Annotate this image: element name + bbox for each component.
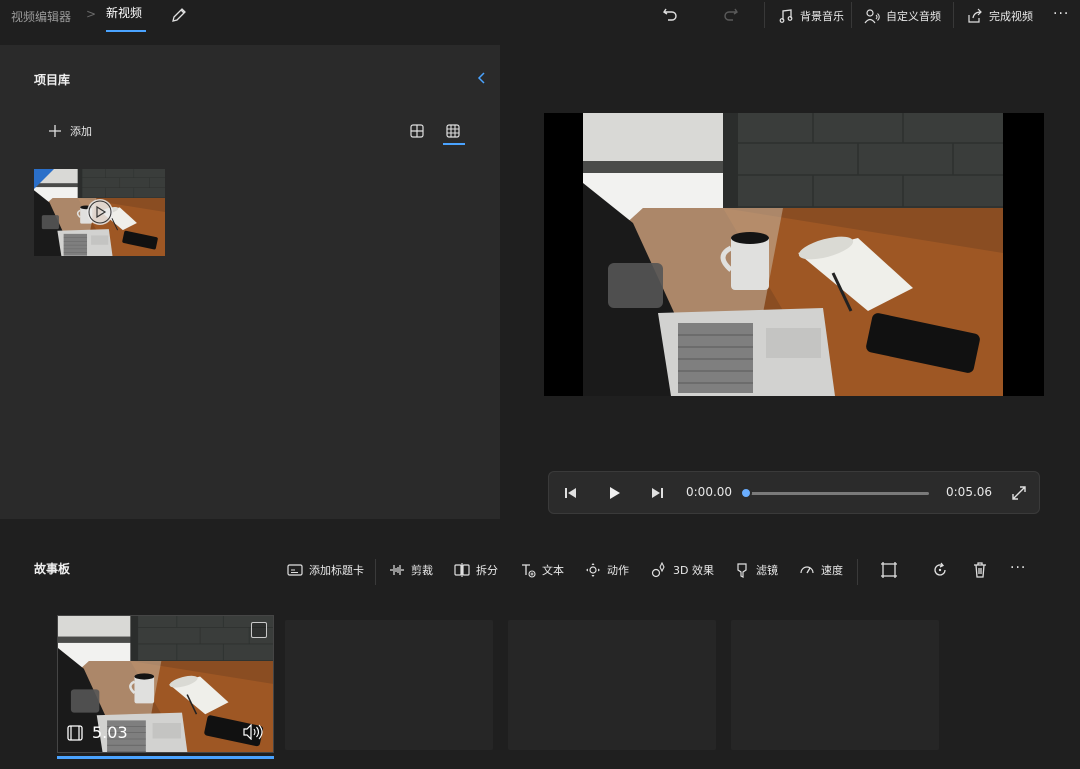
toolbar-divider: [857, 559, 858, 585]
person-audio-icon: [864, 9, 880, 24]
text-icon: [522, 564, 536, 578]
previous-frame-icon[interactable]: [564, 486, 578, 500]
toolbar-divider: [953, 2, 954, 28]
clip-selected-indicator: [57, 756, 274, 759]
custom-audio-button[interactable]: 自定义音频: [864, 3, 941, 29]
motion-label: 动作: [607, 564, 629, 577]
trim-icon: [390, 565, 404, 575]
speed-icon: [800, 566, 814, 574]
storyboard-empty-slot[interactable]: [508, 620, 716, 750]
text-button[interactable]: 文本: [520, 562, 564, 578]
in-use-marker: [34, 169, 54, 189]
current-time: 0:00.00: [686, 485, 733, 499]
play-icon: [87, 199, 113, 225]
storyboard-empty-slot[interactable]: [731, 620, 939, 750]
video-preview[interactable]: [544, 113, 1044, 396]
more-options-icon[interactable]: ···: [1010, 560, 1026, 576]
finish-video-button[interactable]: 完成视频: [967, 3, 1033, 29]
add-title-card-label: 添加标题卡: [309, 564, 364, 577]
pencil-icon[interactable]: [170, 6, 188, 24]
motion-button[interactable]: 动作: [585, 562, 629, 578]
storyboard-clip[interactable]: 5.03: [57, 615, 274, 753]
share-export-icon: [968, 8, 982, 23]
plus-icon: [48, 124, 62, 138]
chevron-left-icon[interactable]: [476, 71, 488, 85]
more-options-icon[interactable]: ···: [1053, 6, 1069, 22]
3d-effects-icon: [651, 562, 665, 578]
filters-label: 滤镜: [756, 564, 778, 577]
custom-audio-label: 自定义音频: [886, 10, 941, 23]
toolbar-divider: [764, 2, 765, 28]
finish-video-label: 完成视频: [989, 10, 1033, 23]
breadcrumb-project-name[interactable]: 新视频: [106, 4, 142, 21]
next-frame-icon[interactable]: [650, 486, 664, 500]
breadcrumb-active-indicator: [106, 30, 146, 32]
clip-duration: 5.03: [92, 723, 128, 742]
trim-label: 剪裁: [411, 564, 433, 577]
volume-icon[interactable]: [243, 724, 263, 740]
motion-icon: [586, 563, 600, 577]
play-icon[interactable]: [607, 486, 621, 500]
add-media-button[interactable]: 添加: [48, 123, 92, 139]
library-media-thumbnail[interactable]: [34, 169, 165, 256]
clip-select-checkbox[interactable]: [251, 622, 267, 638]
toolbar-divider: [375, 559, 376, 585]
3d-effects-label: 3D 效果: [673, 564, 714, 577]
split-icon: [454, 563, 470, 577]
title-bar: 视频编辑器 > 新视频 背景音乐 自定义音频 完成视频 ···: [0, 0, 1080, 32]
split-label: 拆分: [476, 564, 498, 577]
3d-effects-button[interactable]: 3D 效果: [651, 562, 714, 578]
preview-frame-image: [583, 113, 1003, 396]
small-grid-view-icon[interactable]: [446, 124, 460, 138]
breadcrumb-separator: >: [86, 7, 97, 21]
rotate-icon[interactable]: [931, 561, 949, 579]
clip-duration-badge: 5.03: [66, 723, 128, 742]
seek-bar[interactable]: [746, 492, 929, 495]
storyboard-track: 5.03: [0, 601, 1080, 769]
redo-icon[interactable]: [722, 6, 740, 24]
music-note-icon: [779, 9, 793, 23]
library-title: 项目库: [34, 73, 71, 87]
playback-controls: 0:00.00 0:05.06: [548, 471, 1040, 514]
title-card-icon: [287, 564, 303, 576]
text-label: 文本: [542, 564, 564, 577]
add-media-label: 添加: [70, 125, 92, 138]
large-grid-view-icon[interactable]: [410, 124, 424, 138]
split-button[interactable]: 拆分: [454, 562, 498, 578]
speed-button[interactable]: 速度: [799, 562, 843, 578]
add-title-card-button[interactable]: 添加标题卡: [287, 562, 364, 578]
toolbar-divider: [851, 2, 852, 28]
total-duration: 0:05.06: [946, 485, 993, 499]
film-strip-icon: [66, 724, 84, 742]
breadcrumb-app[interactable]: 视频编辑器: [11, 8, 71, 25]
storyboard-toolbar: 故事板 添加标题卡 剪裁 拆分 文本 动作 3D 效果 滤镜 速度 ···: [0, 541, 1080, 601]
fullscreen-icon[interactable]: [1011, 485, 1027, 501]
view-active-indicator: [443, 143, 465, 145]
seek-handle[interactable]: [740, 487, 752, 499]
filter-icon: [737, 563, 747, 578]
delete-icon[interactable]: [971, 561, 989, 579]
undo-icon[interactable]: [661, 6, 679, 24]
project-library-panel: 项目库 添加: [0, 45, 500, 519]
filters-button[interactable]: 滤镜: [734, 562, 778, 578]
storyboard-title: 故事板: [34, 562, 71, 576]
background-music-button[interactable]: 背景音乐: [778, 3, 844, 29]
storyboard-empty-slot[interactable]: [285, 620, 493, 750]
background-music-label: 背景音乐: [800, 10, 844, 23]
trim-button[interactable]: 剪裁: [389, 562, 433, 578]
speed-label: 速度: [821, 564, 843, 577]
crop-resize-icon[interactable]: [880, 561, 898, 579]
